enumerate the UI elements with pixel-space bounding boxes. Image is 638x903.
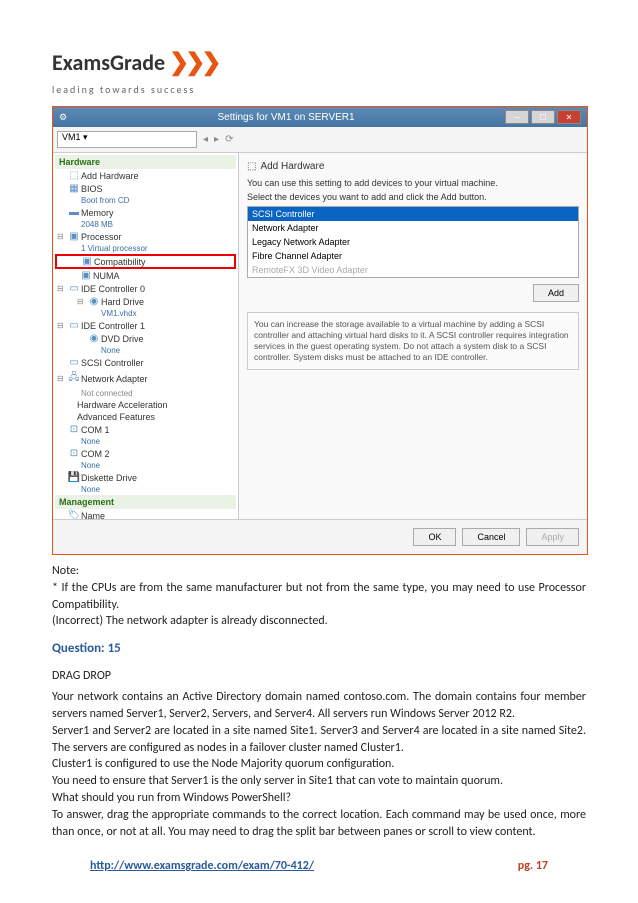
- tree-advanced[interactable]: Advanced Features: [55, 411, 236, 423]
- tree-add-hardware[interactable]: ⬚Add Hardware: [55, 169, 236, 182]
- disk-icon: ◉: [87, 296, 101, 307]
- question-type: DRAG DROP: [52, 668, 586, 685]
- apply-button[interactable]: Apply: [526, 528, 579, 546]
- tagline: leading towards success: [52, 83, 586, 96]
- list-item[interactable]: Legacy Network Adapter: [248, 235, 578, 249]
- tree-ide1[interactable]: ⊟▭IDE Controller 1: [55, 319, 236, 332]
- title-bar: ⚙ Settings for VM1 on SERVER1 ─ ☐ ✕: [53, 107, 587, 127]
- tree-com2[interactable]: ⊡COM 2: [55, 447, 236, 460]
- cancel-button[interactable]: Cancel: [462, 528, 520, 546]
- detail-panel: ⬚Add Hardware You can use this setting t…: [239, 153, 587, 519]
- panel-desc1: You can use this setting to add devices …: [247, 178, 579, 188]
- logo-arrow-icon: ❯❯❯: [169, 48, 217, 77]
- add-icon: ⬚: [67, 170, 81, 181]
- diskette-detail: None: [55, 484, 236, 495]
- page-number: pg. 17: [518, 859, 548, 873]
- close-button[interactable]: ✕: [557, 110, 581, 124]
- tree-network[interactable]: ⊟🖧Network Adapter: [55, 369, 236, 388]
- tree-hw-accel[interactable]: Hardware Acceleration: [55, 399, 236, 411]
- tree-bios[interactable]: ▦BIOS: [55, 182, 236, 195]
- tree-hdd[interactable]: ⊟◉Hard Drive: [55, 295, 236, 308]
- management-section: Management: [55, 495, 236, 509]
- panel-desc2: Select the devices you want to add and c…: [247, 192, 579, 202]
- memory-detail: 2048 MB: [55, 219, 236, 230]
- question-para: Your network contains an Active Director…: [52, 689, 586, 723]
- vm-selector[interactable]: VM1 ▾: [57, 131, 197, 148]
- settings-window: ⚙ Settings for VM1 on SERVER1 ─ ☐ ✕ VM1 …: [53, 107, 587, 554]
- port-icon: ⊡: [67, 424, 81, 435]
- window-icon: ⚙: [59, 112, 67, 123]
- tree-diskette[interactable]: 💾Diskette Drive: [55, 471, 236, 484]
- refresh-icon[interactable]: ⟳: [225, 134, 233, 145]
- controller-icon: ▭: [67, 283, 81, 294]
- question-para: To answer, drag the appropriate commands…: [52, 807, 586, 841]
- maximize-button[interactable]: ☐: [531, 110, 555, 124]
- tree-memory[interactable]: ▬Memory: [55, 206, 236, 219]
- tree-scsi[interactable]: ▭SCSI Controller: [55, 356, 236, 369]
- tag-icon: 🏷: [67, 510, 81, 519]
- dvd-icon: ◉: [87, 333, 101, 344]
- list-item[interactable]: Network Adapter: [248, 221, 578, 235]
- memory-icon: ▬: [67, 207, 81, 218]
- minimize-button[interactable]: ─: [505, 110, 529, 124]
- list-item[interactable]: Fibre Channel Adapter: [248, 249, 578, 263]
- document-content: Note: * If the CPUs are from the same ma…: [52, 563, 586, 840]
- dialog-buttons: OK Cancel Apply: [53, 519, 587, 554]
- hardware-listbox[interactable]: SCSI Controller Network Adapter Legacy N…: [247, 206, 579, 278]
- note-text: * If the CPUs are from the same manufact…: [52, 580, 586, 614]
- list-item[interactable]: RemoteFX 3D Video Adapter: [248, 263, 578, 277]
- nav-back-icon[interactable]: ◂: [203, 134, 208, 145]
- tree-processor[interactable]: ⊟▣Processor: [55, 230, 236, 243]
- logo-text: ExamsGrade: [52, 49, 165, 76]
- dvd-detail: None: [55, 345, 236, 356]
- numa-icon: ▣: [79, 270, 93, 281]
- nav-fwd-icon[interactable]: ▸: [214, 134, 219, 145]
- tree-com1[interactable]: ⊡COM 1: [55, 423, 236, 436]
- scsi-icon: ▭: [67, 357, 81, 368]
- port-icon: ⊡: [67, 448, 81, 459]
- network-detail: Not connected: [55, 388, 236, 399]
- hdd-detail: VM1.vhdx: [55, 308, 236, 319]
- add-button[interactable]: Add: [533, 284, 579, 302]
- question-para: You need to ensure that Server1 is the o…: [52, 773, 586, 790]
- cpu-icon: ▣: [67, 231, 81, 242]
- floppy-icon: 💾: [67, 472, 81, 483]
- panel-note: You can increase the storage available t…: [247, 312, 579, 370]
- bios-detail: Boot from CD: [55, 195, 236, 206]
- page-footer: http://www.examsgrade.com/exam/70-412/ p…: [0, 859, 638, 873]
- com2-detail: None: [55, 460, 236, 471]
- panel-title: ⬚Add Hardware: [247, 161, 579, 172]
- question-para: What should you run from Windows PowerSh…: [52, 790, 586, 807]
- compat-icon: ▣: [80, 256, 94, 267]
- tree-compatibility[interactable]: ▣Compatibility: [55, 254, 236, 269]
- list-item[interactable]: SCSI Controller: [248, 207, 578, 221]
- window-title: Settings for VM1 on SERVER1: [217, 112, 354, 123]
- processor-detail: 1 Virtual processor: [55, 243, 236, 254]
- network-icon: 🖧: [67, 370, 81, 387]
- tree-ide0[interactable]: ⊟▭IDE Controller 0: [55, 282, 236, 295]
- com1-detail: None: [55, 436, 236, 447]
- add-hw-icon: ⬚: [247, 161, 256, 172]
- footer-url[interactable]: http://www.examsgrade.com/exam/70-412/: [90, 859, 314, 873]
- screenshot-frame: ⚙ Settings for VM1 on SERVER1 ─ ☐ ✕ VM1 …: [52, 106, 588, 555]
- controller-icon: ▭: [67, 320, 81, 331]
- question-title: Question: 15: [52, 640, 586, 658]
- tree-numa[interactable]: ▣NUMA: [55, 269, 236, 282]
- question-para: Server1 and Server2 are located in a sit…: [52, 723, 586, 757]
- ok-button[interactable]: OK: [413, 528, 456, 546]
- note-incorrect: (Incorrect) The network adapter is alrea…: [52, 613, 586, 630]
- note-label: Note:: [52, 563, 586, 580]
- question-para: Cluster1 is configured to use the Node M…: [52, 756, 586, 773]
- hardware-tree[interactable]: Hardware ⬚Add Hardware ▦BIOS Boot from C…: [53, 153, 239, 519]
- toolbar: VM1 ▾ ◂ ▸ ⟳: [53, 127, 587, 153]
- tree-dvd[interactable]: ◉DVD Drive: [55, 332, 236, 345]
- tree-name[interactable]: 🏷Name: [55, 509, 236, 519]
- hardware-section: Hardware: [55, 155, 236, 169]
- chip-icon: ▦: [67, 183, 81, 194]
- page-header: ExamsGrade ❯❯❯: [52, 48, 586, 77]
